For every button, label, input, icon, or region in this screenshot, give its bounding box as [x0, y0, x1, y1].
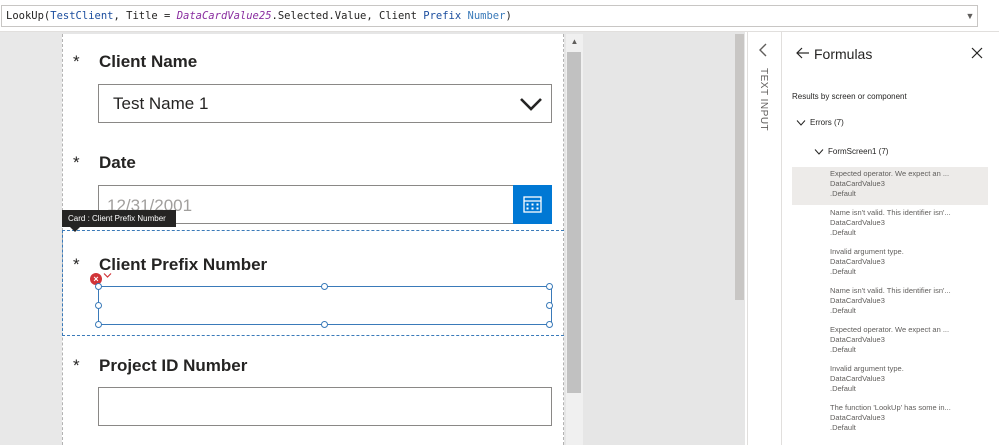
formula-token: Prefix: [423, 10, 462, 22]
formula-token: LookUp(: [6, 10, 51, 22]
error-message: Expected operator. We expect an ...: [830, 325, 950, 334]
error-list-item[interactable]: Expected operator. We expect an ... DataC…: [792, 323, 988, 361]
required-mark: *: [73, 255, 80, 274]
error-list-item[interactable]: Expected operator. We expect an ... DataC…: [792, 167, 988, 205]
project-id-input[interactable]: [98, 387, 552, 426]
screen-group[interactable]: FormScreen1 (7): [814, 147, 888, 156]
chevron-down-icon[interactable]: [103, 272, 112, 279]
panel-subtitle: Results by screen or component: [792, 92, 907, 101]
calendar-icon: [523, 196, 542, 213]
errors-group[interactable]: Errors (7): [796, 118, 844, 127]
required-mark: *: [73, 52, 80, 71]
error-property: .Default: [830, 306, 856, 315]
text-input-strip-label[interactable]: TEXT INPUT: [758, 68, 769, 131]
chevron-down-icon: [796, 120, 806, 126]
resize-handle[interactable]: [95, 302, 102, 309]
error-property: .Default: [830, 345, 856, 354]
calendar-button[interactable]: [513, 185, 552, 224]
screen-group-label: FormScreen1 (7): [828, 147, 889, 156]
error-control: DataCardValue3: [830, 374, 885, 383]
chevron-down-icon[interactable]: [519, 93, 543, 115]
client-name-label: Client Name: [99, 52, 198, 71]
date-label: Date: [99, 153, 136, 172]
error-property: .Default: [830, 228, 856, 237]
chevron-left-icon[interactable]: [757, 43, 769, 57]
error-message: Invalid argument type.: [830, 247, 904, 256]
required-mark: *: [73, 356, 80, 375]
error-control: DataCardValue3: [830, 179, 885, 188]
formula-token: .Selected.Value, Client: [271, 10, 424, 22]
client-name-dropdown[interactable]: Test Name 1: [98, 84, 552, 123]
formula-input[interactable]: LookUp(TestClient, Title = DataCardValue…: [1, 5, 978, 27]
formula-token: DataCardValue25: [176, 10, 272, 22]
client-prefix-label: Client Prefix Number: [99, 255, 268, 274]
errors-group-label: Errors (7): [810, 118, 844, 127]
error-list-item[interactable]: Name isn't valid. This identifier isn'..…: [792, 206, 988, 244]
tooltip-arrow: [70, 227, 80, 232]
client-prefix-input[interactable]: [98, 286, 552, 325]
resize-handle[interactable]: [321, 321, 328, 328]
error-property: .Default: [830, 384, 856, 393]
error-property: .Default: [830, 267, 856, 276]
canvas-scrollbar-thumb[interactable]: [567, 52, 581, 393]
back-arrow-icon[interactable]: [796, 46, 810, 60]
chevron-down-icon[interactable]: ▼: [963, 6, 977, 26]
error-control: DataCardValue3: [830, 296, 885, 305]
client-name-value: Test Name 1: [113, 94, 209, 113]
error-control: DataCardValue3: [830, 257, 885, 266]
error-message: The function 'LookUp' has some in...: [830, 403, 951, 412]
error-message: Name isn't valid. This identifier isn'..…: [830, 286, 951, 295]
formula-token: Number: [467, 10, 506, 22]
error-control: DataCardValue3: [830, 335, 885, 344]
error-message: Invalid argument type.: [830, 364, 904, 373]
project-id-label: Project ID Number: [99, 356, 248, 375]
close-icon[interactable]: [970, 46, 984, 60]
card-tooltip: Card : Client Prefix Number: [62, 210, 176, 227]
resize-handle[interactable]: [546, 302, 553, 309]
error-message: Expected operator. We expect an ...: [830, 169, 950, 178]
error-control: DataCardValue3: [830, 218, 885, 227]
resize-handle[interactable]: [321, 283, 328, 290]
formula-bar: LookUp(TestClient, Title = DataCardValue…: [0, 0, 999, 32]
error-control: DataCardValue3: [830, 413, 885, 422]
resize-handle[interactable]: [95, 321, 102, 328]
error-list-item[interactable]: Invalid argument type. DataCardValue3 .Def…: [792, 245, 988, 283]
formula-token: , Title =: [113, 10, 177, 22]
required-mark: *: [73, 153, 80, 172]
formula-token: TestClient: [50, 10, 114, 22]
formula-token: ): [505, 10, 512, 22]
scroll-up-icon[interactable]: ▲: [566, 36, 583, 48]
chevron-down-icon: [814, 149, 824, 155]
error-list-item[interactable]: Invalid argument type. DataCardValue3 .Def…: [792, 362, 988, 400]
resize-handle[interactable]: [546, 283, 553, 290]
resize-handle[interactable]: [546, 321, 553, 328]
workspace-scrollbar-thumb[interactable]: [735, 34, 744, 300]
error-list-item[interactable]: Name isn't valid. This identifier isn'..…: [792, 284, 988, 322]
resize-handle[interactable]: [95, 283, 102, 290]
error-list-item[interactable]: The function 'LookUp' has some in... Data…: [792, 401, 988, 439]
panel-title: Formulas: [814, 46, 873, 62]
error-property: .Default: [830, 423, 856, 432]
error-property: .Default: [830, 189, 856, 198]
error-message: Name isn't valid. This identifier isn'..…: [830, 208, 951, 217]
canvas-margin: [0, 32, 62, 445]
